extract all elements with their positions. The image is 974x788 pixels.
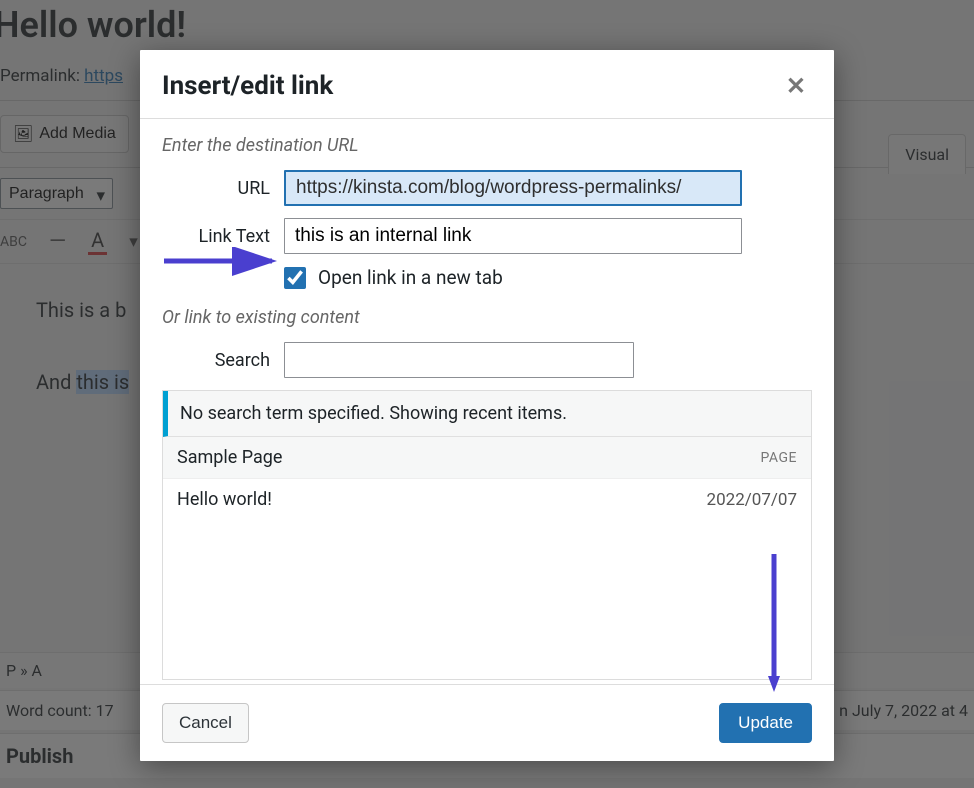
- result-date: 2022/07/07: [707, 490, 797, 510]
- result-item[interactable]: Sample Page PAGE: [163, 437, 811, 479]
- cancel-button[interactable]: Cancel: [162, 703, 249, 743]
- linktext-label: Link Text: [162, 226, 284, 247]
- close-icon[interactable]: ✕: [782, 70, 810, 102]
- section-existing-content: Or link to existing content Search No se…: [162, 307, 812, 680]
- url-input[interactable]: [284, 170, 742, 206]
- insert-link-modal: Insert/edit link ✕ Enter the destination…: [140, 50, 834, 761]
- modal-footer: Cancel Update: [140, 684, 834, 761]
- result-title: Hello world!: [177, 489, 272, 510]
- update-button[interactable]: Update: [719, 703, 812, 743]
- search-label: Search: [162, 350, 284, 371]
- row-url: URL: [162, 170, 812, 206]
- url-label: URL: [162, 178, 284, 199]
- result-item[interactable]: Hello world! 2022/07/07: [163, 479, 811, 520]
- row-link-text: Link Text: [162, 218, 812, 254]
- newtab-label: Open link in a new tab: [318, 266, 503, 289]
- newtab-checkbox[interactable]: [284, 267, 306, 289]
- hint-existing-content: Or link to existing content: [162, 307, 812, 328]
- result-meta: PAGE: [761, 450, 797, 466]
- hint-destination-url: Enter the destination URL: [162, 135, 812, 156]
- modal-title: Insert/edit link: [162, 71, 333, 101]
- search-input[interactable]: [284, 342, 634, 378]
- result-title: Sample Page: [177, 447, 282, 468]
- results-notice: No search term specified. Showing recent…: [163, 391, 811, 437]
- results-box: No search term specified. Showing recent…: [162, 390, 812, 680]
- modal-body: Enter the destination URL URL Link Text …: [140, 119, 834, 684]
- row-new-tab: Open link in a new tab: [162, 266, 812, 289]
- row-search: Search: [162, 342, 812, 378]
- modal-header: Insert/edit link ✕: [140, 50, 834, 119]
- linktext-input[interactable]: [284, 218, 742, 254]
